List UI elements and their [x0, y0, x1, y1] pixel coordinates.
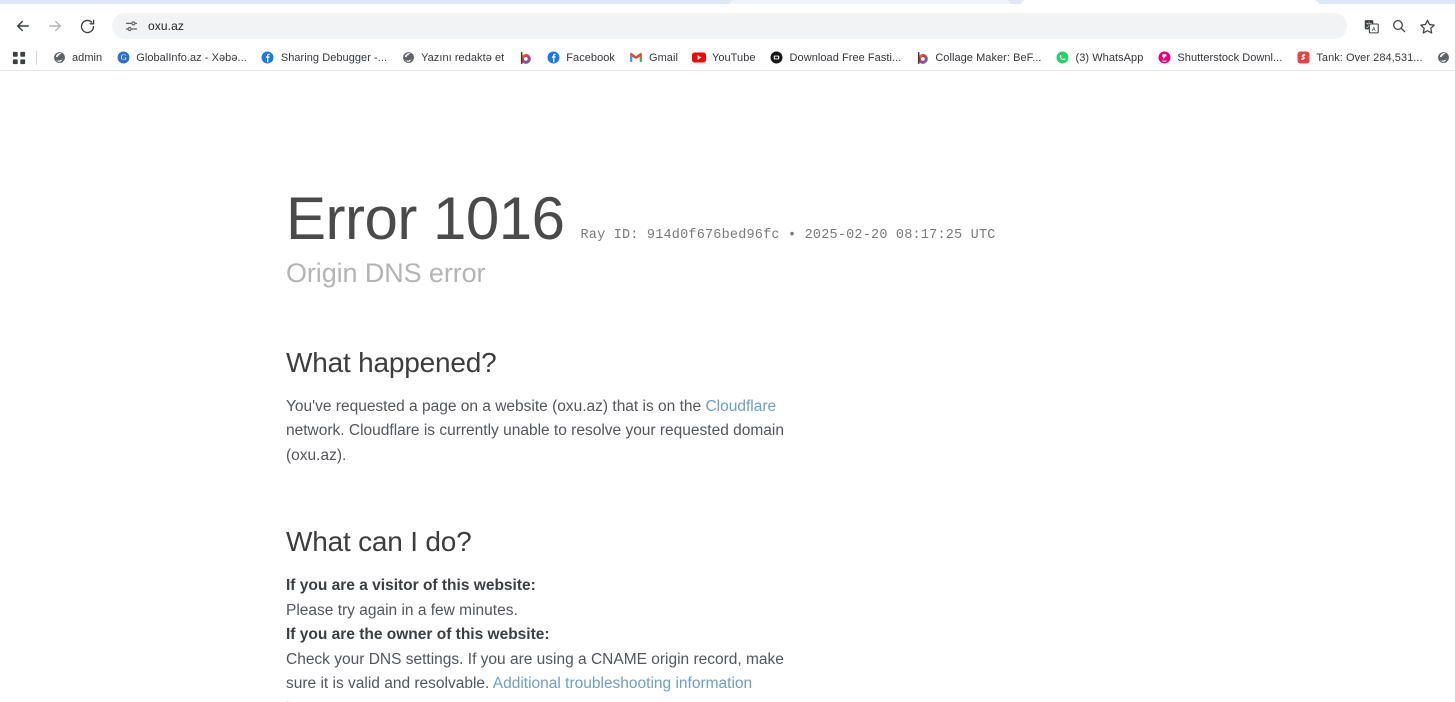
- bookmark-shutterstock-downloader[interactable]: Shutterstock Downl...: [1150, 47, 1289, 69]
- bookmark-label: Facebook: [566, 51, 615, 64]
- what-happened-text-before-link: You've requested a page on a website (ox…: [286, 398, 706, 415]
- globe-icon: [52, 51, 66, 65]
- active-tab[interactable]: [1020, 0, 1320, 7]
- facebook-icon: [546, 51, 560, 65]
- what-can-i-do-body: If you are a visitor of this website: Pl…: [286, 574, 786, 702]
- bookmark-collage-maker[interactable]: Collage Maker: BeF...: [908, 47, 1048, 69]
- translate-icon[interactable]: 文 A: [1359, 14, 1383, 38]
- forward-button[interactable]: [40, 11, 70, 41]
- owner-title: If you are the owner of this website:: [286, 626, 550, 644]
- shutterstock-dl-icon: [1157, 51, 1171, 65]
- befunky-icon: [915, 51, 929, 65]
- reload-button[interactable]: [72, 11, 102, 41]
- bookmark-label: Sharing Debugger -...: [280, 51, 388, 64]
- bookmark-label: admin: [72, 51, 103, 64]
- what-happened-body: You've requested a page on a website (ox…: [286, 395, 786, 468]
- visitor-text: Please try again in a few minutes.: [286, 601, 518, 619]
- bookmark-label: GlobalInfo.az - Xəbə...: [136, 51, 247, 64]
- bookmark-youtube[interactable]: YouTube: [685, 47, 763, 69]
- dafont-icon: [770, 51, 784, 65]
- zoom-search-icon[interactable]: [1387, 14, 1411, 38]
- error-code: Error 1016: [286, 185, 565, 252]
- tab-strip: [0, 0, 1455, 7]
- browser-toolbar: oxu.az 文 A: [0, 7, 1455, 45]
- toolbar-actions: 文 A: [1359, 14, 1441, 38]
- bookmark-sharing-debugger[interactable]: Sharing Debugger -...: [254, 47, 394, 69]
- what-can-i-do-section: What can I do? If you are a visitor of t…: [286, 526, 786, 702]
- youtube-icon: [691, 51, 706, 65]
- error-header: Error 1016 Ray ID: 914d0f676bed96fc • 20…: [286, 189, 1455, 249]
- bookmark-label: Download Free Fasti...: [789, 51, 902, 64]
- befunky-icon: [518, 51, 532, 65]
- inactive-tab-hint[interactable]: [730, 0, 1010, 4]
- bookmark-admin[interactable]: admin: [45, 47, 109, 69]
- whatsapp-icon: [1056, 51, 1070, 65]
- bookmark-label: Tank: Over 284,531...: [1316, 51, 1423, 64]
- visitor-title: If you are a visitor of this website:: [286, 577, 536, 595]
- gmail-icon: [629, 51, 643, 65]
- bookmarks-bar: admin G GlobalInfo.az - Xəbə... Sharing …: [0, 45, 1455, 71]
- bookmark-befunky-icon-only[interactable]: [511, 47, 539, 69]
- globe-icon: [401, 51, 415, 65]
- what-happened-heading: What happened?: [286, 347, 497, 378]
- globe-icon: [1437, 51, 1451, 65]
- cloudflare-link[interactable]: Cloudflare: [705, 398, 776, 415]
- svg-text:A: A: [1371, 26, 1375, 32]
- what-happened-text-after-link: network. Cloudflare is currently unable …: [286, 422, 784, 464]
- bookmark-star-icon[interactable]: [1415, 14, 1439, 38]
- tune-icon[interactable]: [122, 17, 140, 35]
- bookmark-globalinfo[interactable]: G GlobalInfo.az - Xəbə...: [109, 47, 254, 69]
- facebook-icon: [261, 51, 275, 65]
- back-button[interactable]: [8, 11, 38, 41]
- globalinfo-icon: G: [116, 51, 130, 65]
- error-description: Origin DNS error: [286, 258, 486, 288]
- bookmark-yazini-redakte-et[interactable]: Yazını redaktə et: [394, 47, 511, 69]
- address-bar[interactable]: oxu.az: [112, 13, 1347, 39]
- bookmark-facebook[interactable]: Facebook: [539, 47, 622, 69]
- address-bar-text[interactable]: oxu.az: [148, 19, 184, 33]
- bookmark-label: Shutterstock Downl...: [1177, 51, 1283, 64]
- browser-chrome: oxu.az 文 A: [0, 0, 1455, 71]
- bookmark-xetai-rayonunda[interactable]: Xətai rayonunda M...: [1430, 47, 1455, 69]
- page-viewport: Error 1016 Ray ID: 914d0f676bed96fc • 20…: [0, 71, 1455, 702]
- bookmark-dafont[interactable]: Download Free Fasti...: [763, 47, 909, 69]
- bookmark-whatsapp[interactable]: (3) WhatsApp: [1049, 47, 1151, 69]
- bookmark-label: Yazını redaktə et: [421, 51, 505, 64]
- tank-icon: [1296, 51, 1310, 65]
- ray-id-line: Ray ID: 914d0f676bed96fc • 2025-02-20 08…: [580, 228, 996, 243]
- bookmark-label: (3) WhatsApp: [1075, 51, 1144, 64]
- what-happened-section: What happened? You've requested a page o…: [286, 347, 786, 468]
- bookmarks-divider: [36, 50, 37, 65]
- what-can-i-do-heading: What can I do?: [286, 526, 472, 558]
- cloudflare-error-page: Error 1016 Ray ID: 914d0f676bed96fc • 20…: [0, 71, 1455, 702]
- bookmark-label: Collage Maker: BeF...: [935, 51, 1042, 64]
- all-bookmarks-grid-icon[interactable]: [6, 47, 32, 69]
- bookmark-label: YouTube: [711, 51, 756, 64]
- bookmark-gmail[interactable]: Gmail: [622, 47, 685, 69]
- owner-text-wrapper: Check your DNS settings. If you are usin…: [286, 648, 786, 702]
- bookmark-tank[interactable]: Tank: Over 284,531...: [1289, 47, 1429, 69]
- bookmark-label: Gmail: [648, 51, 678, 64]
- svg-text:G: G: [120, 53, 126, 62]
